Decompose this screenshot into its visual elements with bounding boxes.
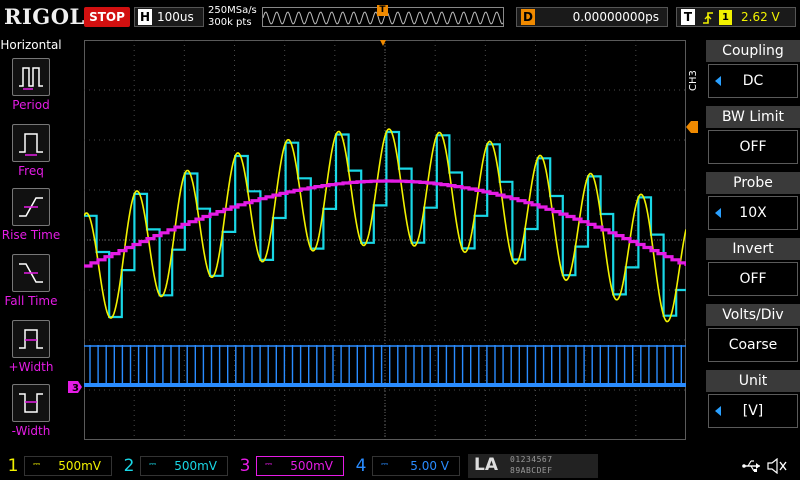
ch1-scale: 500mV (58, 459, 101, 473)
timebase-value: 100us (157, 10, 194, 24)
positive-width-icon (12, 320, 50, 358)
ch3-number: 3 (239, 456, 251, 476)
menu-unit-value: [V] (708, 394, 798, 428)
run-stop-status[interactable]: STOP (84, 7, 130, 27)
trigger-level: 2.62 V (741, 10, 780, 24)
menu-volts-div-title: Volts/Div (706, 304, 800, 326)
left-panel-title: Horizontal (0, 38, 62, 52)
ch3-settings-menu: Coupling DC BW Limit OFF Probe 10X Inver… (706, 40, 800, 440)
measure-fall-time-label: Fall Time (4, 294, 58, 308)
ch3-ground-marker[interactable]: 3 (68, 381, 82, 393)
rise-time-icon (12, 188, 50, 226)
ch2-scale-box: ⎓ 500mV (140, 456, 228, 476)
timebase-display[interactable]: H 100us (134, 7, 204, 27)
menu-invert-value: OFF (708, 262, 798, 296)
trigger-position-marker: T (377, 5, 388, 16)
menu-coupling-title: Coupling (706, 40, 800, 62)
ch3-scale-box: ⎓ 500mV (256, 456, 344, 476)
measure-freq[interactable]: Freq (0, 124, 62, 188)
la-bits-row2: 89ABCDEF (510, 466, 553, 475)
ch4-status[interactable]: 4 ⎓ 5.00 V (350, 454, 462, 478)
menu-volts-div-value: Coarse (708, 328, 798, 362)
ch2-number: 2 (123, 456, 135, 476)
waveform-grid[interactable] (84, 40, 686, 440)
freq-icon (12, 124, 50, 162)
memory-depth: 300k pts (208, 17, 252, 28)
la-label: LA (474, 455, 498, 475)
period-icon (12, 58, 50, 96)
sample-rate: 250MSa/s (208, 5, 257, 16)
trigger-source: 1 (719, 10, 732, 25)
dc-coupling-icon: ⎓ (33, 460, 41, 470)
horizontal-measure-panel: Horizontal Period Freq Rise Time Fall Ti… (0, 36, 62, 450)
brand-logo: RIGOL (4, 4, 85, 29)
measure-rise-time-label: Rise Time (1, 228, 61, 242)
measure-positive-width[interactable]: +Width (0, 320, 62, 384)
horizontal-delay-display[interactable]: D 0.00000000ps (516, 7, 668, 27)
ch3-menu-tab[interactable]: CH3 (688, 66, 702, 96)
fall-time-icon (12, 254, 50, 292)
left-arrow-icon (715, 208, 721, 218)
menu-volts-div[interactable]: Volts/Div Coarse (706, 304, 800, 366)
ch2-scale: 500mV (174, 459, 217, 473)
menu-probe-title: Probe (706, 172, 800, 194)
measure-negative-width-label: -Width (11, 424, 51, 438)
ch4-scale: 5.00 V (410, 459, 449, 473)
ch4-number: 4 (355, 456, 367, 476)
logic-analyzer-status[interactable]: LA 01234567 89ABCDEF (468, 454, 598, 478)
menu-bw-limit-value: OFF (708, 130, 798, 164)
menu-probe[interactable]: Probe 10X (706, 172, 800, 234)
dc-coupling-icon: ⎓ (381, 460, 389, 470)
measure-positive-width-label: +Width (8, 360, 54, 374)
left-arrow-icon (715, 406, 721, 416)
trigger-level-marker[interactable] (686, 121, 698, 133)
measure-rise-time[interactable]: Rise Time (0, 188, 62, 252)
ch1-number: 1 (7, 456, 19, 476)
ch3-status[interactable]: 3 ⎓ 500mV (234, 454, 346, 478)
dc-coupling-icon: ⎓ (265, 460, 273, 470)
menu-bw-limit[interactable]: BW Limit OFF (706, 106, 800, 168)
trigger-display[interactable]: T 1 2.62 V (676, 7, 796, 27)
menu-invert[interactable]: Invert OFF (706, 238, 800, 300)
ch3-scale: 500mV (290, 459, 333, 473)
trigger-badge: T (681, 9, 695, 25)
menu-bw-limit-title: BW Limit (706, 106, 800, 128)
measure-freq-label: Freq (18, 164, 44, 178)
menu-invert-title: Invert (706, 238, 800, 260)
menu-unit-title: Unit (706, 370, 800, 392)
la-bits-row1: 01234567 (510, 455, 553, 464)
ch1-scale-box: ⎓ 500mV (24, 456, 112, 476)
dc-coupling-icon: ⎓ (149, 460, 157, 470)
delay-value: 0.00000000ps (572, 10, 659, 24)
measure-period-label: Period (12, 98, 50, 112)
ch4-scale-box: ⎓ 5.00 V (372, 456, 460, 476)
left-arrow-icon (715, 76, 721, 86)
top-status-bar: RIGOL STOP H 100us 250MSa/s 300k pts T D… (0, 0, 800, 36)
speaker-mute-icon[interactable] (766, 458, 788, 474)
channel-status-bar: 1 ⎓ 500mV 2 ⎓ 500mV 3 ⎓ 500mV 4 ⎓ 5.00 V… (0, 452, 800, 480)
menu-coupling[interactable]: Coupling DC (706, 40, 800, 102)
menu-unit[interactable]: Unit [V] (706, 370, 800, 432)
measure-negative-width[interactable]: -Width (0, 384, 62, 448)
rising-edge-icon (703, 12, 713, 24)
negative-width-icon (12, 384, 50, 422)
menu-coupling-value: DC (708, 64, 798, 98)
svg-text:3: 3 (72, 383, 79, 393)
ch1-status[interactable]: 1 ⎓ 500mV (2, 454, 114, 478)
measure-period[interactable]: Period (0, 58, 62, 122)
delay-badge: D (521, 9, 535, 25)
ch2-status[interactable]: 2 ⎓ 500mV (118, 454, 230, 478)
timebase-badge: H (138, 9, 152, 25)
usb-icon (742, 460, 760, 472)
ch4-baseline (84, 383, 686, 387)
measure-fall-time[interactable]: Fall Time (0, 254, 62, 318)
menu-probe-value: 10X (708, 196, 798, 230)
